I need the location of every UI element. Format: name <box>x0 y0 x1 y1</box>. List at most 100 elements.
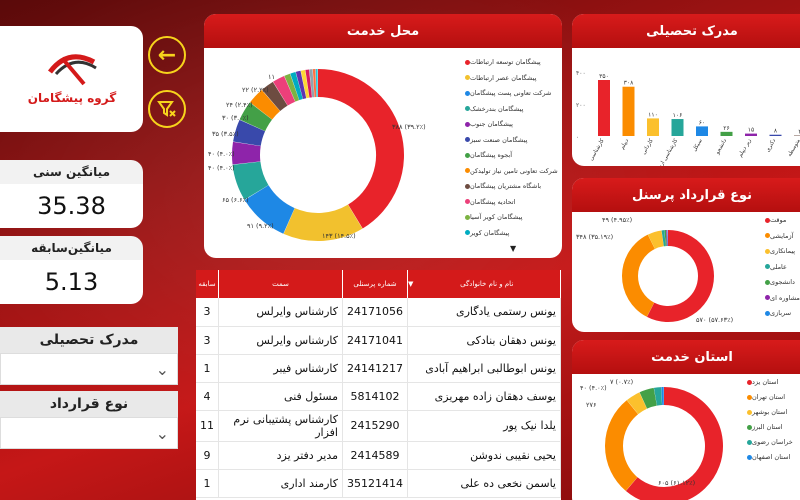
contract-type-slice[interactable] <box>647 230 664 250</box>
table-row[interactable]: 11 کارشناس پشتیبانی نرم افزار 2415290 یلدا … <box>196 410 561 442</box>
service-province-legend-item[interactable]: خراسان رضوی <box>744 438 793 446</box>
service-location-slice[interactable] <box>290 72 303 101</box>
contract-type-legend-item[interactable]: آزمایشی <box>762 232 793 240</box>
education-bar[interactable] <box>622 86 635 136</box>
table-row[interactable]: 1 کارشناس فیبر 24141217 یونس ابوطالبی ابراه… <box>196 354 561 383</box>
col-header-name[interactable]: ▼ نام و نام خانوادگی <box>407 270 561 298</box>
service-province-legend-item[interactable]: استان بوشهر <box>744 408 787 416</box>
name-cell: یونس ابوطالبی ابراهیم آبادی <box>407 354 561 383</box>
service-location-slice[interactable] <box>233 119 266 147</box>
col-header-role[interactable]: سمت <box>218 270 343 298</box>
personnel-id-cell: 24141217 <box>342 354 408 383</box>
service-location-slice[interactable] <box>273 75 296 106</box>
education-bar-value: ۱۱۰ <box>648 111 658 118</box>
legend-label: پیشگامان توسعه ارتباطات <box>470 58 541 66</box>
service-location-slice[interactable] <box>261 81 288 112</box>
service-location-slice[interactable] <box>232 161 269 200</box>
service-location-slice[interactable] <box>295 70 307 99</box>
service-province-slice[interactable] <box>653 387 663 406</box>
legend-label: خراسان رضوی <box>752 438 793 446</box>
arrow-left-icon: ← <box>157 42 177 68</box>
col-header-id[interactable]: شماره پرسنلی <box>342 270 408 298</box>
back-button[interactable]: ← <box>148 36 186 74</box>
service-location-slice[interactable] <box>250 90 281 120</box>
education-bar[interactable] <box>769 134 782 136</box>
table-row[interactable]: 1 کارمند اداری 35121414 یاسمن نخعی ده علی <box>196 469 561 498</box>
contract-type-legend-item[interactable]: موقت <box>762 216 786 224</box>
table-row[interactable]: 3 کارشناس وایرلس 24171041 یونس دهقان بنادکی <box>196 326 561 355</box>
legend-label: دانشجوی <box>770 278 795 286</box>
service-location-slice[interactable] <box>317 69 404 229</box>
contract-type-legend-item[interactable]: مشاوره ای <box>762 294 800 302</box>
name-cell: یونس رستمی یادگاری <box>407 298 561 327</box>
service-location-legend-item[interactable]: شرکت تعاونی پست پیشگامان <box>462 89 551 97</box>
legend-label: پیشگامان بندرخشک <box>470 104 524 113</box>
contract-type-legend-item[interactable]: سربازی <box>762 309 791 317</box>
education-bar[interactable] <box>671 119 684 136</box>
personnel-id-cell: 35121414 <box>342 469 408 498</box>
education-bar-value: ۱۵ <box>748 127 754 134</box>
service-location-data-label: ۴۰ (۴.۰٪) <box>208 164 235 172</box>
service-location-legend-item[interactable]: پیشگامان کویر <box>462 229 509 237</box>
table-row[interactable]: 9 مدیر دفتر یزد 2414589 یحیی نقیبی ندوشن <box>196 441 561 470</box>
contract-type-data-label: ۳۴۸ (۳۵.۱۹٪) <box>576 233 614 241</box>
service-location-legend-item[interactable]: پیشگامان بندرخشک <box>462 105 523 113</box>
education-panel: مدرک تحصیلی ۴۰۰ ۲۰۰ ۰ ۳۵۰ کارشناسی ۳۰۸ دیپلم ۱۱… <box>572 14 800 166</box>
legend-label: استان تهران <box>752 393 786 401</box>
service-location-legend-item[interactable]: آبجوه پیشگامان <box>462 151 512 159</box>
contract-type-legend-item[interactable]: دانشجوی <box>762 278 795 286</box>
name-cell: یوسف دهقان زاده مهریزی <box>407 382 561 411</box>
avg-age-value: 35.38 <box>0 184 143 228</box>
education-bar-value: ۸ <box>774 128 778 135</box>
clear-filters-button[interactable] <box>148 90 186 128</box>
service-province-slice[interactable] <box>626 392 648 415</box>
contract-type-slice[interactable] <box>646 230 714 322</box>
service-location-slice[interactable] <box>232 141 261 165</box>
service-province-legend-item[interactable]: استان یزد <box>744 378 778 386</box>
service-location-slice[interactable] <box>239 102 273 132</box>
education-bar[interactable] <box>696 126 708 136</box>
contract-type-panel: نوع قرارداد پرسنل موقت آزمایشی پیمانکاری عا… <box>572 178 800 332</box>
contract-filter-select[interactable]: ⌄ <box>0 417 178 449</box>
service-location-slice[interactable] <box>244 184 296 234</box>
service-location-legend-item[interactable]: پیشگامان صنعت سبز <box>462 136 528 144</box>
table-row[interactable]: 3 کارشناس وایرلس 24171056 یونس رستمی یادگار… <box>196 298 561 327</box>
service-location-legend-item[interactable]: پیشگامان عصر ارتباطات <box>462 74 537 82</box>
education-bar[interactable] <box>720 131 733 136</box>
avg-tenure-value: 5.13 <box>0 260 143 304</box>
role-cell: کارشناس فیبر <box>218 354 343 383</box>
service-province-legend-item[interactable]: استان اصفهان <box>744 453 790 461</box>
education-bar[interactable] <box>745 133 757 136</box>
table-row[interactable]: 4 مسئول فنی 5814102 یوسف دهقان زاده مهریزی <box>196 382 561 411</box>
y-tick-label: ۲۰۰ <box>576 102 586 109</box>
education-bar-value: ۳۰۸ <box>624 80 634 87</box>
education-filter-select[interactable]: ⌄ <box>0 353 178 385</box>
education-category-label: زیر دیپلم <box>737 138 752 159</box>
service-location-legend-item[interactable]: باشگاه مشتریان پیشگامان <box>462 182 541 190</box>
service-location-slice[interactable] <box>284 73 300 102</box>
contract-type-legend-item[interactable]: عاملی <box>762 263 787 271</box>
service-location-legend-item[interactable]: پیشگامان جنوب <box>462 120 513 128</box>
service-location-legend-item[interactable]: شرکت تعاونی تامین نیاز تولیدکن <box>462 167 558 175</box>
service-location-slice[interactable] <box>283 204 363 241</box>
col-header-tenure[interactable]: سابقه <box>196 270 219 298</box>
service-location-legend-item[interactable]: پیشگامان کویر آسیا <box>462 213 523 221</box>
service-province-slice[interactable] <box>605 400 639 491</box>
service-location-slice[interactable] <box>300 69 310 99</box>
legend-label: آزمایشی <box>770 231 794 240</box>
contract-type-legend-item[interactable]: پیمانکاری <box>762 247 795 255</box>
legend-label: مشاوره ای <box>770 293 800 302</box>
service-location-legend-item[interactable]: پیشگامان توسعه ارتباطات <box>462 58 541 66</box>
legend-label: استان بوشهر <box>752 408 788 416</box>
education-bar[interactable] <box>647 118 659 136</box>
name-cell: یلدا نیک پور <box>407 410 561 442</box>
scroll-down-icon[interactable]: ▼ <box>510 244 516 253</box>
service-province-legend-item[interactable]: استان البرز <box>744 423 783 431</box>
service-location-legend-item[interactable]: اتحادیه پیشگامان <box>462 198 515 206</box>
education-bar[interactable] <box>598 80 610 136</box>
contract-type-slice[interactable] <box>622 234 656 317</box>
legend-label: استان البرز <box>752 423 783 431</box>
service-province-legend-item[interactable]: استان تهران <box>744 393 785 401</box>
service-province-slice[interactable] <box>639 387 658 409</box>
role-cell: مدیر دفتر یزد <box>218 441 343 470</box>
